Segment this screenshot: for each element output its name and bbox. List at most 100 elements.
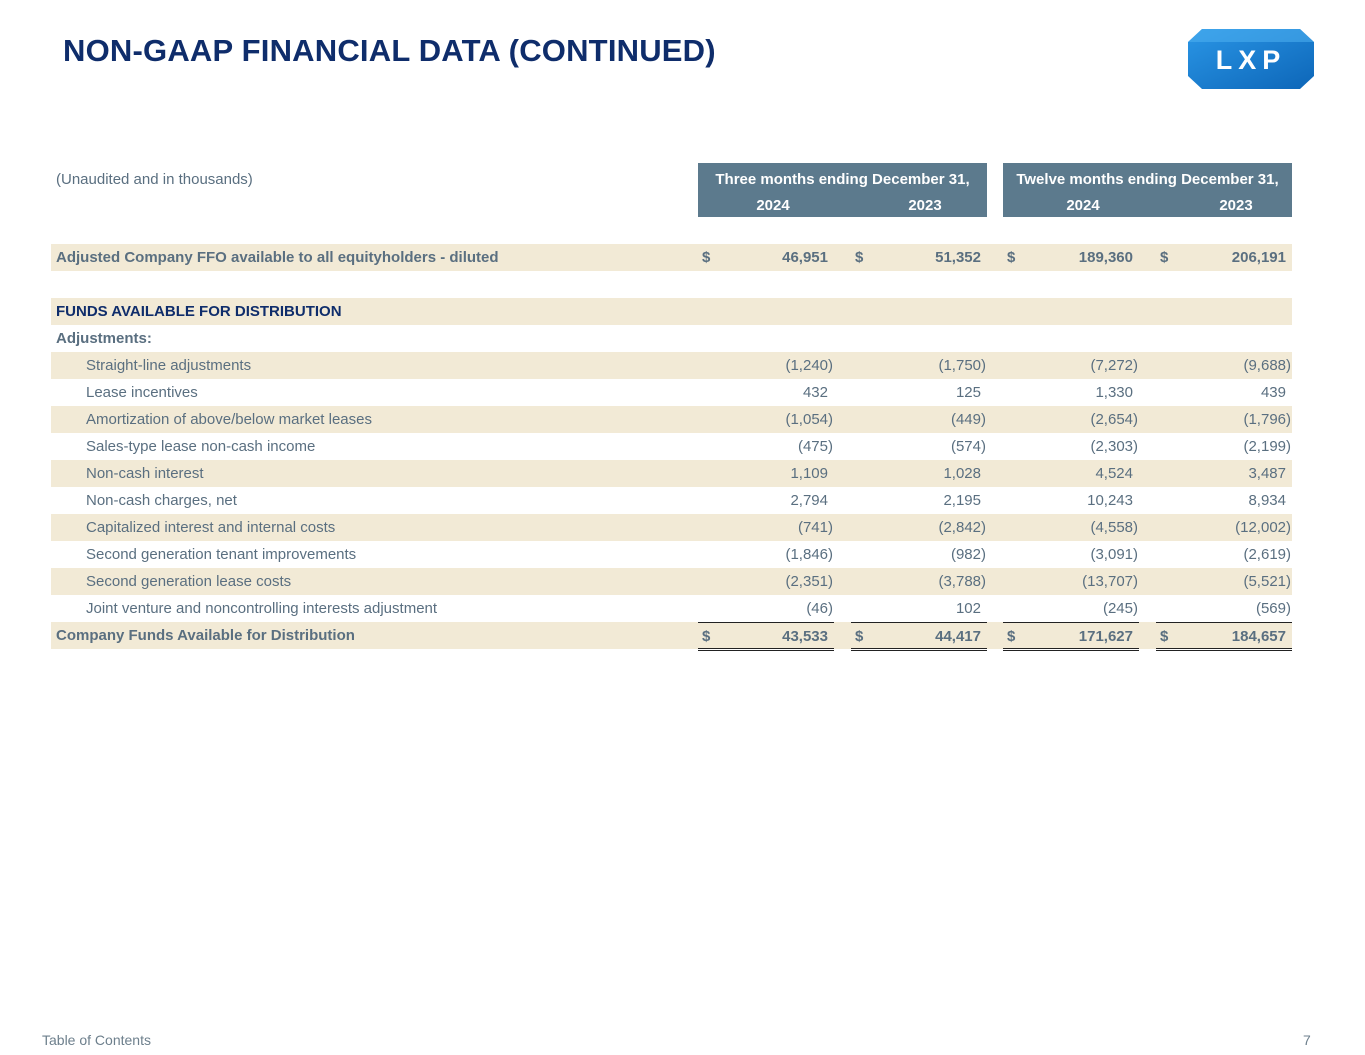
adjustment-cell: (574) xyxy=(851,433,987,460)
adjustment-cell: 3,487 xyxy=(1156,460,1292,487)
cell-value: (1,846) xyxy=(785,546,833,563)
adjustments-heading: Adjustments: xyxy=(56,330,152,347)
header-twelve-months: Twelve months ending December 31, 2024 2… xyxy=(1003,163,1292,217)
row-label: Amortization of above/below market lease… xyxy=(86,411,372,428)
ffo-cell: $ 189,360 xyxy=(1003,244,1139,271)
cell-value: 189,360 xyxy=(1078,249,1133,266)
adjustment-cell: (1,750) xyxy=(851,352,987,379)
cell-value: 10,243 xyxy=(1087,492,1133,509)
row-label: Non-cash charges, net xyxy=(86,492,237,509)
row-label: Non-cash interest xyxy=(86,465,204,482)
total-cell: $ 171,627 xyxy=(1003,622,1139,651)
cell-value: (449) xyxy=(950,411,986,428)
adjustment-cell: 2,794 xyxy=(698,487,834,514)
adjustment-cell: (7,272) xyxy=(1003,352,1139,379)
cell-value: 51,352 xyxy=(935,249,981,266)
row-label: Sales-type lease non-cash income xyxy=(86,438,316,455)
cell-value: (2,842) xyxy=(938,519,986,536)
cell-value: (475) xyxy=(797,438,833,455)
total-cell: $ 184,657 xyxy=(1156,622,1292,651)
cell-value: 1,028 xyxy=(943,465,981,482)
adjustment-cell: 1,028 xyxy=(851,460,987,487)
cell-value: 2,195 xyxy=(943,492,981,509)
ffo-cell: $ 46,951 xyxy=(698,244,834,271)
adjustment-cell: (245) xyxy=(1003,595,1139,622)
row-label: Lease incentives xyxy=(86,384,198,401)
spacer-row xyxy=(51,217,1292,244)
cell-value: 43,533 xyxy=(782,628,828,645)
section-title: FUNDS AVAILABLE FOR DISTRIBUTION xyxy=(56,303,342,320)
fad-total-row: Company Funds Available for Distribution… xyxy=(51,622,1292,651)
cell-value: (3,091) xyxy=(1090,546,1138,563)
cell-value: (1,796) xyxy=(1243,411,1291,428)
cell-value: 206,191 xyxy=(1231,249,1286,266)
currency-sign: $ xyxy=(1007,628,1016,645)
page-title: NON-GAAP FINANCIAL DATA (CONTINUED) xyxy=(63,33,716,68)
adjustment-cell: (1,796) xyxy=(1156,406,1292,433)
adjustment-cell: (46) xyxy=(698,595,834,622)
currency-sign: $ xyxy=(702,249,711,266)
cell-value: 2,794 xyxy=(790,492,828,509)
adjustment-cell: 1,109 xyxy=(698,460,834,487)
adjustment-cell: (12,002) xyxy=(1156,514,1292,541)
adjustment-cell: (449) xyxy=(851,406,987,433)
currency-sign: $ xyxy=(1160,628,1169,645)
row-label: Second generation lease costs xyxy=(86,573,292,590)
cell-value: (982) xyxy=(950,546,986,563)
adjustment-cell: (2,619) xyxy=(1156,541,1292,568)
row-label: Joint venture and noncontrolling interes… xyxy=(86,600,438,617)
cell-value: (574) xyxy=(950,438,986,455)
row-label: Capitalized interest and internal costs xyxy=(86,519,336,536)
cell-value: (2,199) xyxy=(1243,438,1291,455)
header-year: 2023 xyxy=(908,197,942,214)
adjustment-cell: 1,330 xyxy=(1003,379,1139,406)
adjustment-cell: (741) xyxy=(698,514,834,541)
adjustment-cell: (475) xyxy=(698,433,834,460)
adjustment-row: Amortization of above/below market lease… xyxy=(51,406,1292,433)
cell-value: (1,750) xyxy=(938,357,986,374)
adjustment-cell: 10,243 xyxy=(1003,487,1139,514)
lxp-logo: LXP xyxy=(1188,29,1314,89)
cell-value: (2,351) xyxy=(785,573,833,590)
currency-sign: $ xyxy=(1007,249,1016,266)
cell-value: (741) xyxy=(797,519,833,536)
adjustment-cell: 432 xyxy=(698,379,834,406)
adjustment-cell: (2,842) xyxy=(851,514,987,541)
adjustment-cell: (3,788) xyxy=(851,568,987,595)
currency-sign: $ xyxy=(855,628,864,645)
adjustment-cell: (1,846) xyxy=(698,541,834,568)
adjustment-cell: (4,558) xyxy=(1003,514,1139,541)
adjustment-cell: 102 xyxy=(851,595,987,622)
cell-value: 8,934 xyxy=(1248,492,1286,509)
adjustment-cell: 2,195 xyxy=(851,487,987,514)
adjustment-cell: (569) xyxy=(1156,595,1292,622)
row-label: Second generation tenant improvements xyxy=(86,546,357,563)
row-label: Straight-line adjustments xyxy=(86,357,252,374)
adjustment-cell: (9,688) xyxy=(1156,352,1292,379)
cell-value: (1,054) xyxy=(785,411,833,428)
table-of-contents-link[interactable]: Table of Contents xyxy=(42,1032,151,1048)
cell-value: 44,417 xyxy=(935,628,981,645)
cell-value: (5,521) xyxy=(1243,573,1291,590)
adjustment-rows: Straight-line adjustments (1,240) (1,750) (… xyxy=(51,352,1292,622)
cell-value: (7,272) xyxy=(1090,357,1138,374)
cell-value: 439 xyxy=(1260,384,1286,401)
cell-value: (4,558) xyxy=(1090,519,1138,536)
ffo-cell: $ 206,191 xyxy=(1156,244,1292,271)
header-twelve-months-title: Twelve months ending December 31, xyxy=(1016,171,1279,188)
adjustment-cell: (13,707) xyxy=(1003,568,1139,595)
cell-value: (2,303) xyxy=(1090,438,1138,455)
cell-value: (13,707) xyxy=(1082,573,1138,590)
adjustment-cell: (1,240) xyxy=(698,352,834,379)
adjustment-cell: 439 xyxy=(1156,379,1292,406)
cell-value: 171,627 xyxy=(1078,628,1133,645)
header-three-months: Three months ending December 31, 2024 20… xyxy=(698,163,987,217)
adjustment-row: Lease incentives 432 125 1,330 439 xyxy=(51,379,1292,406)
adjustment-cell: (3,091) xyxy=(1003,541,1139,568)
cell-value: 184,657 xyxy=(1231,628,1286,645)
total-cell: $ 43,533 xyxy=(698,622,834,651)
cell-value: 125 xyxy=(955,384,981,401)
adjustment-cell: 4,524 xyxy=(1003,460,1139,487)
cell-value: (245) xyxy=(1102,600,1138,617)
cell-value: 102 xyxy=(955,600,981,617)
